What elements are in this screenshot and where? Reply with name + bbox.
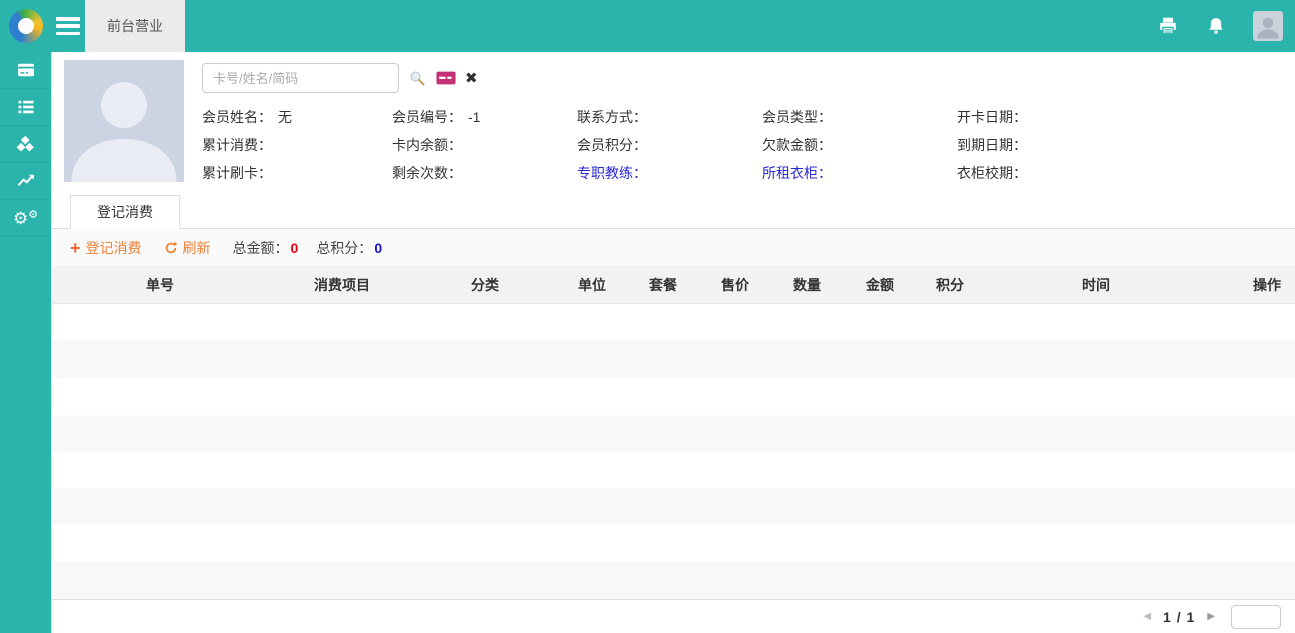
table-row — [52, 451, 1295, 489]
tabs-row: 登记消费 — [52, 195, 1295, 229]
field-card-balance: 卡内余额： — [392, 137, 462, 153]
plus-icon: + — [70, 237, 81, 258]
member-fields: 会员姓名： 无 会员编号： -1 联系方式： 会员类型： 开卡日期： 累计消费：… — [202, 103, 1283, 187]
consumption-toolbar: + 登记消费 刷新 总金额： 0 总积分： 0 — [52, 229, 1295, 266]
col-item: 消费项目 — [314, 276, 370, 293]
totals: 总金额： 0 总积分： 0 — [233, 238, 401, 258]
print-icon[interactable] — [1157, 15, 1179, 37]
total-amount: 总金额： 0 — [232, 239, 299, 256]
hamburger-menu-icon[interactable] — [56, 17, 80, 35]
refresh-button[interactable]: 刷新 — [164, 238, 211, 258]
col-unit: 单位 — [578, 276, 606, 293]
tab-front-desk-label: 前台营业 — [107, 18, 163, 34]
total-points-value: 0 — [374, 239, 383, 256]
table-header: 单号 消费项目 分类 单位 套餐 售价 数量 金额 积分 时间 操作 — [52, 266, 1295, 304]
sidebar-item-cubes-icon[interactable] — [0, 126, 51, 163]
field-remaining-times: 剩余次数： — [392, 165, 462, 181]
table-row — [52, 562, 1295, 599]
app-logo-icon — [9, 9, 43, 43]
prev-page-icon[interactable]: ◀ — [1139, 611, 1155, 622]
table-row — [52, 304, 1295, 341]
page-indicator: 1 / 1 — [1163, 608, 1196, 625]
gears-icon: ⚙⚙ — [12, 208, 39, 228]
member-search-row: ✖ — [202, 62, 1283, 94]
search-icon[interactable] — [408, 69, 427, 88]
col-package: 套餐 — [649, 276, 677, 293]
tab-front-desk[interactable]: 前台营业 — [85, 0, 185, 52]
refresh-icon — [165, 241, 177, 253]
member-photo-placeholder — [64, 60, 184, 182]
pagination-bar: ◀ 1 / 1 ▶ — [52, 600, 1295, 633]
page: 前台营业 ⚙⚙ 卡号/姓名/简码 ✖ 会员姓名： 无 会员编号： -1 联系方式… — [0, 0, 1295, 633]
field-expiry-date: 到期日期： — [957, 137, 1027, 153]
total-amount-value: 0 — [290, 239, 299, 256]
add-consumption-button[interactable]: + 登记消费 — [70, 238, 142, 258]
sidebar-item-list-icon[interactable] — [0, 89, 51, 126]
swipe-card-icon[interactable] — [436, 70, 456, 86]
field-contact: 联系方式： — [577, 109, 647, 125]
field-card-open-date: 开卡日期： — [957, 109, 1027, 125]
field-member-type: 会员类型： — [762, 109, 832, 125]
table-row — [52, 377, 1295, 415]
tab-register-consumption[interactable]: 登记消费 — [70, 195, 180, 229]
total-points: 总积分： 0 — [316, 239, 383, 256]
field-total-swipes: 累计刷卡： — [202, 165, 272, 181]
top-bar: 前台营业 — [0, 0, 1295, 52]
member-info-panel: ✖ 会员姓名： 无 会员编号： -1 联系方式： — [52, 52, 1295, 195]
table-row — [52, 488, 1295, 526]
main-content: ✖ 会员姓名： 无 会员编号： -1 联系方式： — [52, 52, 1295, 633]
col-time: 时间 — [1082, 276, 1110, 293]
table-row — [52, 340, 1295, 378]
notifications-bell-icon[interactable] — [1205, 15, 1227, 37]
sidebar-item-gears-icon[interactable]: ⚙⚙ — [0, 200, 51, 237]
sidebar: ⚙⚙ — [0, 52, 52, 633]
field-member-id: 会员编号： -1 — [392, 109, 481, 125]
field-member-name: 会员姓名： 无 — [202, 109, 292, 125]
search-input[interactable] — [202, 63, 399, 93]
col-points: 积分 — [936, 276, 964, 293]
table-body — [52, 304, 1295, 600]
col-actions: 操作 — [1253, 276, 1281, 293]
sidebar-item-line-chart-icon[interactable] — [0, 163, 51, 200]
field-personal-coach-link[interactable]: 专职教练： — [577, 163, 762, 183]
col-order-no: 单号 — [146, 276, 174, 293]
field-amount-owed: 欠款金额： — [762, 137, 832, 153]
field-locker-period: 衣柜校期： — [957, 165, 1027, 181]
col-quantity: 数量 — [793, 276, 821, 293]
field-total-consumption: 累计消费： — [202, 137, 272, 153]
col-category: 分类 — [471, 276, 499, 293]
page-jump-input[interactable] — [1231, 604, 1281, 629]
next-page-icon[interactable]: ▶ — [1203, 611, 1219, 622]
user-avatar[interactable] — [1253, 11, 1283, 41]
col-price: 售价 — [721, 276, 749, 293]
field-member-points: 会员积分： — [577, 137, 647, 153]
table-row — [52, 525, 1295, 563]
table-row — [52, 414, 1295, 452]
topbar-actions — [1157, 11, 1295, 41]
clear-icon[interactable]: ✖ — [465, 71, 478, 86]
field-rented-locker-link[interactable]: 所租衣柜： — [762, 163, 957, 183]
col-amount: 金额 — [866, 276, 894, 293]
sidebar-item-pos-card-icon[interactable] — [0, 52, 51, 89]
